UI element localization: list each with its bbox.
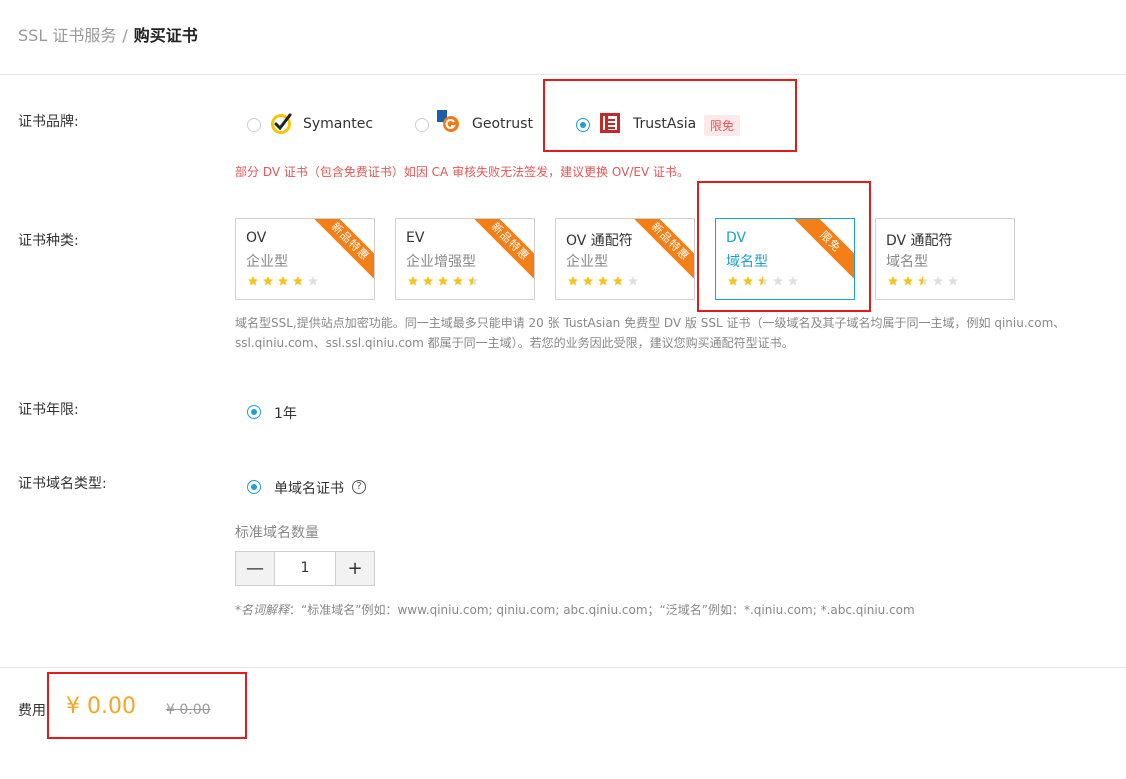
geotrust-logo-icon — [437, 110, 459, 132]
star-icon — [278, 276, 288, 286]
star-icon — [568, 276, 578, 286]
help-icon[interactable]: ? — [352, 480, 366, 494]
star-icon — [453, 276, 463, 286]
glossary-note: *名词解释：“标准域名”例如：www.qiniu.com; qiniu.com;… — [235, 601, 915, 618]
breadcrumb: SSL 证书服务 / 购买证书 — [18, 22, 198, 46]
decrement-button[interactable]: — — [236, 552, 275, 585]
star-rating — [407, 275, 482, 291]
star-icon — [903, 276, 913, 286]
glossary-note-text: ：“标准域名”例如：www.qiniu.com; qiniu.com; abc.… — [289, 603, 915, 617]
brand-radio-geotrust[interactable] — [415, 118, 429, 132]
star-icon — [423, 276, 433, 286]
type-card[interactable]: EV 企业增强型 新品特惠 — [395, 218, 535, 300]
glossary-note-label: *名词解释 — [235, 603, 290, 617]
promo-ribbon: 新品特惠 — [468, 219, 534, 284]
breadcrumb-separator: / — [122, 26, 128, 45]
type-card-name: OV 通配符 — [566, 233, 633, 249]
type-card-sub: 企业型 — [246, 254, 288, 270]
fee-divider — [0, 667, 1126, 668]
star-icon — [293, 276, 303, 286]
star-icon — [613, 276, 623, 286]
brand-warning-text: 部分 DV 证书（包含免费证书）如因 CA 审核失败无法签发，建议更换 OV/E… — [235, 165, 689, 179]
type-label: 证书种类: — [18, 233, 79, 249]
breadcrumb-parent-link[interactable]: SSL 证书服务 — [18, 26, 116, 45]
header-divider — [0, 74, 1126, 75]
star-icon — [438, 276, 448, 286]
quantity-input[interactable]: 1 — [275, 552, 335, 585]
star-icon — [918, 276, 928, 286]
domain-type-radio-single[interactable] — [247, 480, 261, 494]
type-card-sub: 企业增强型 — [406, 254, 476, 270]
star-icon — [888, 276, 898, 286]
period-option-text[interactable]: 1年 — [274, 403, 297, 423]
star-icon — [933, 276, 943, 286]
domain-type-label: 证书域名类型: — [18, 476, 107, 492]
type-card-name: DV 通配符 — [886, 233, 953, 249]
star-icon — [248, 276, 258, 286]
type-card[interactable]: OV 企业型 新品特惠 — [235, 218, 375, 300]
period-radio-1year[interactable] — [247, 405, 261, 419]
symantec-check-icon — [270, 111, 292, 134]
highlight-box-dv — [697, 181, 871, 312]
star-icon — [948, 276, 958, 286]
highlight-box-fee — [47, 672, 247, 739]
star-icon — [468, 276, 478, 286]
star-icon — [308, 276, 318, 286]
increment-button[interactable]: + — [335, 552, 374, 585]
star-icon — [598, 276, 608, 286]
type-card[interactable]: OV 通配符 企业型 新品特惠 — [555, 218, 695, 300]
type-card[interactable]: DV 通配符 域名型 — [875, 218, 1015, 300]
period-label: 证书年限: — [18, 402, 79, 418]
brand-radio-symantec[interactable] — [247, 118, 261, 132]
type-card-sub: 企业型 — [566, 254, 608, 270]
highlight-box-brand — [543, 79, 797, 152]
brand-label: 证书品牌: — [18, 114, 79, 130]
breadcrumb-current: 购买证书 — [133, 26, 198, 45]
star-icon — [583, 276, 593, 286]
domain-type-option-text[interactable]: 单域名证书 — [274, 478, 344, 498]
brand-name-symantec[interactable]: Symantec — [303, 116, 373, 132]
fee-label: 费用: — [18, 703, 51, 719]
type-card-name: EV — [406, 230, 425, 246]
quantity-title: 标准域名数量 — [235, 525, 319, 541]
promo-ribbon: 新品特惠 — [628, 219, 694, 284]
type-card-name: OV — [246, 230, 267, 246]
star-icon — [628, 276, 638, 286]
star-rating — [567, 275, 642, 291]
brand-name-geotrust[interactable]: Geotrust — [472, 116, 533, 132]
star-icon — [408, 276, 418, 286]
star-icon — [263, 276, 273, 286]
star-rating — [247, 275, 322, 291]
quantity-stepper: — 1 + — [235, 551, 375, 586]
star-rating — [887, 275, 962, 291]
type-description: 域名型SSL,提供站点加密功能。同一主域最多只能申请 20 张 TustAsia… — [235, 316, 1066, 350]
type-card-sub: 域名型 — [886, 254, 928, 270]
promo-ribbon: 新品特惠 — [308, 219, 374, 284]
